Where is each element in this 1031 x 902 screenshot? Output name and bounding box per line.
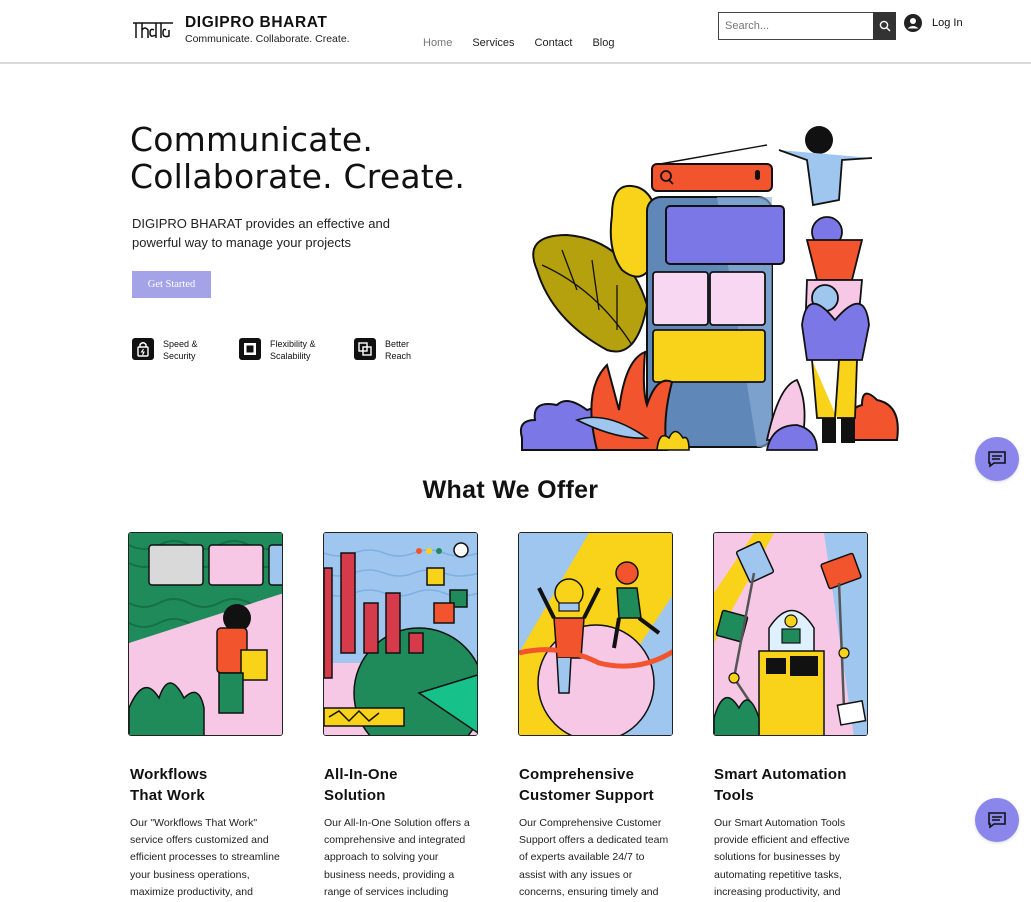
login-button[interactable]: Log In xyxy=(904,14,963,32)
support-illustration xyxy=(519,533,672,735)
analytics-illustration xyxy=(324,533,477,735)
card-description: Our Comprehensive Customer Support offer… xyxy=(519,817,669,898)
hero-title: Communicate. Collaborate. Create. xyxy=(130,121,465,195)
nav-blog[interactable]: Blog xyxy=(592,37,614,49)
feature-flexibility-scalability: Flexibility & Scalability xyxy=(239,338,330,362)
chat-bubble-icon xyxy=(988,812,1006,829)
hero-title-line1: Communicate. xyxy=(130,120,374,159)
lock-icon xyxy=(132,338,154,360)
hero-illustration xyxy=(519,126,899,451)
hero-title-line2: Collaborate. Create. xyxy=(130,157,466,196)
chat-bubble-icon xyxy=(988,451,1006,468)
card-description: Our "Workflows That Work" service offers… xyxy=(130,817,280,898)
search-box xyxy=(718,12,896,40)
card-title-smart-automation: Smart Automation Tools xyxy=(714,766,847,804)
feature-label: Flexibility & Scalability xyxy=(270,339,316,361)
feature-better-reach: Better Reach xyxy=(354,338,445,362)
chat-button[interactable] xyxy=(975,437,1019,481)
get-started-button[interactable]: Get Started xyxy=(132,271,211,298)
feature-speed-security: Speed & Security xyxy=(132,338,223,362)
card-title-all-in-one: All-In-One Solution xyxy=(324,766,398,804)
card-description: Our All-In-One Solution offers a compreh… xyxy=(324,817,470,898)
hero-description: DIGIPRO BHARAT provides an effective and… xyxy=(132,216,390,250)
chat-button[interactable] xyxy=(975,798,1019,842)
square-frame-icon xyxy=(239,338,261,360)
card-title-customer-support: Comprehensive Customer Support xyxy=(519,766,654,804)
main-nav: Home Services Contact Blog xyxy=(423,37,614,49)
search-button[interactable] xyxy=(873,12,896,40)
section-title: What We Offer xyxy=(422,476,599,504)
card-description: Our Smart Automation Tools provide effic… xyxy=(714,817,850,898)
card-image-smart-automation[interactable] xyxy=(713,532,868,736)
site-header: DIGIPRO BHARAT Communicate. Collaborate.… xyxy=(0,0,1031,64)
nav-services[interactable]: Services xyxy=(472,37,514,49)
card-image-workflows[interactable] xyxy=(128,532,283,736)
brand-tagline: Communicate. Collaborate. Create. xyxy=(185,33,350,45)
brand-name[interactable]: DIGIPRO BHARAT xyxy=(185,14,327,32)
card-image-all-in-one[interactable] xyxy=(323,532,478,736)
feature-label: Speed & Security xyxy=(163,339,198,361)
feature-label: Better Reach xyxy=(385,339,412,361)
login-label: Log In xyxy=(932,17,963,29)
india-logo-icon[interactable] xyxy=(131,14,175,44)
search-input[interactable] xyxy=(719,13,871,39)
card-title-workflows: Workflows That Work xyxy=(130,766,208,804)
user-avatar-icon xyxy=(904,14,922,32)
search-icon xyxy=(879,20,890,32)
nav-home[interactable]: Home xyxy=(423,37,452,49)
workflow-illustration xyxy=(129,533,282,735)
nav-contact[interactable]: Contact xyxy=(535,37,573,49)
automation-illustration xyxy=(714,533,867,735)
card-image-customer-support[interactable] xyxy=(518,532,673,736)
link-squares-icon xyxy=(354,338,376,360)
